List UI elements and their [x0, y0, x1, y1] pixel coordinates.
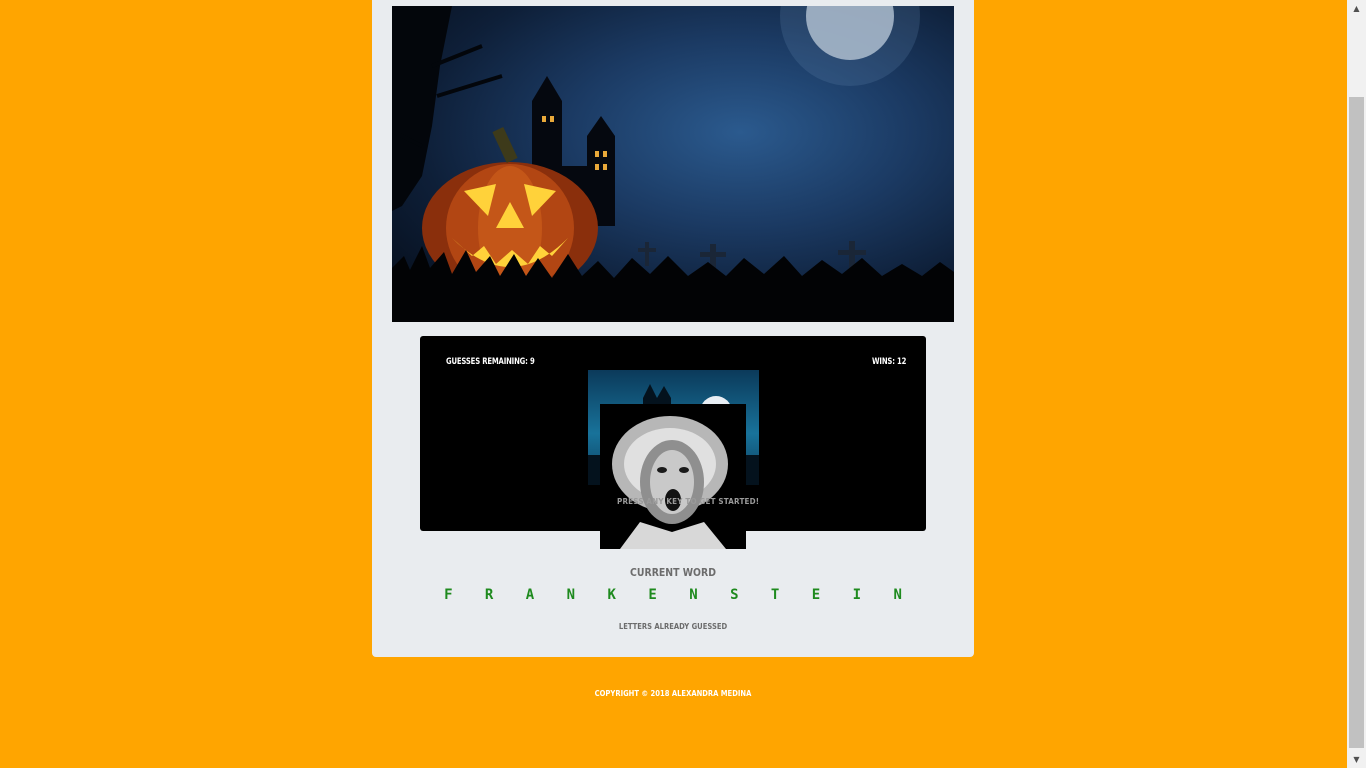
- current-word: F R A N K E N S T E I N: [444, 587, 914, 603]
- wins-counter: WINS: 12: [872, 357, 907, 367]
- scrollbar-thumb[interactable]: [1349, 97, 1364, 748]
- letters-guessed-label: LETTERS ALREADY GUESSED: [618, 622, 728, 631]
- halloween-hero-image: [392, 6, 954, 322]
- copyright-footer: COPYRIGHT © 2018 ALEXANDRA MEDINA: [594, 689, 752, 698]
- current-word-label: CURRENT WORD: [630, 566, 716, 579]
- vertical-scrollbar[interactable]: ▲ ▼: [1347, 0, 1366, 768]
- press-key-prompt: PRESS ANY KEY TO GET STARTED!: [617, 497, 760, 506]
- triangle-up-icon[interactable]: ▲: [1347, 0, 1366, 17]
- guesses-remaining: GUESSES REMAINING: 9: [446, 357, 535, 367]
- triangle-down-icon[interactable]: ▼: [1347, 751, 1366, 768]
- frankenstein-portrait: [600, 404, 746, 549]
